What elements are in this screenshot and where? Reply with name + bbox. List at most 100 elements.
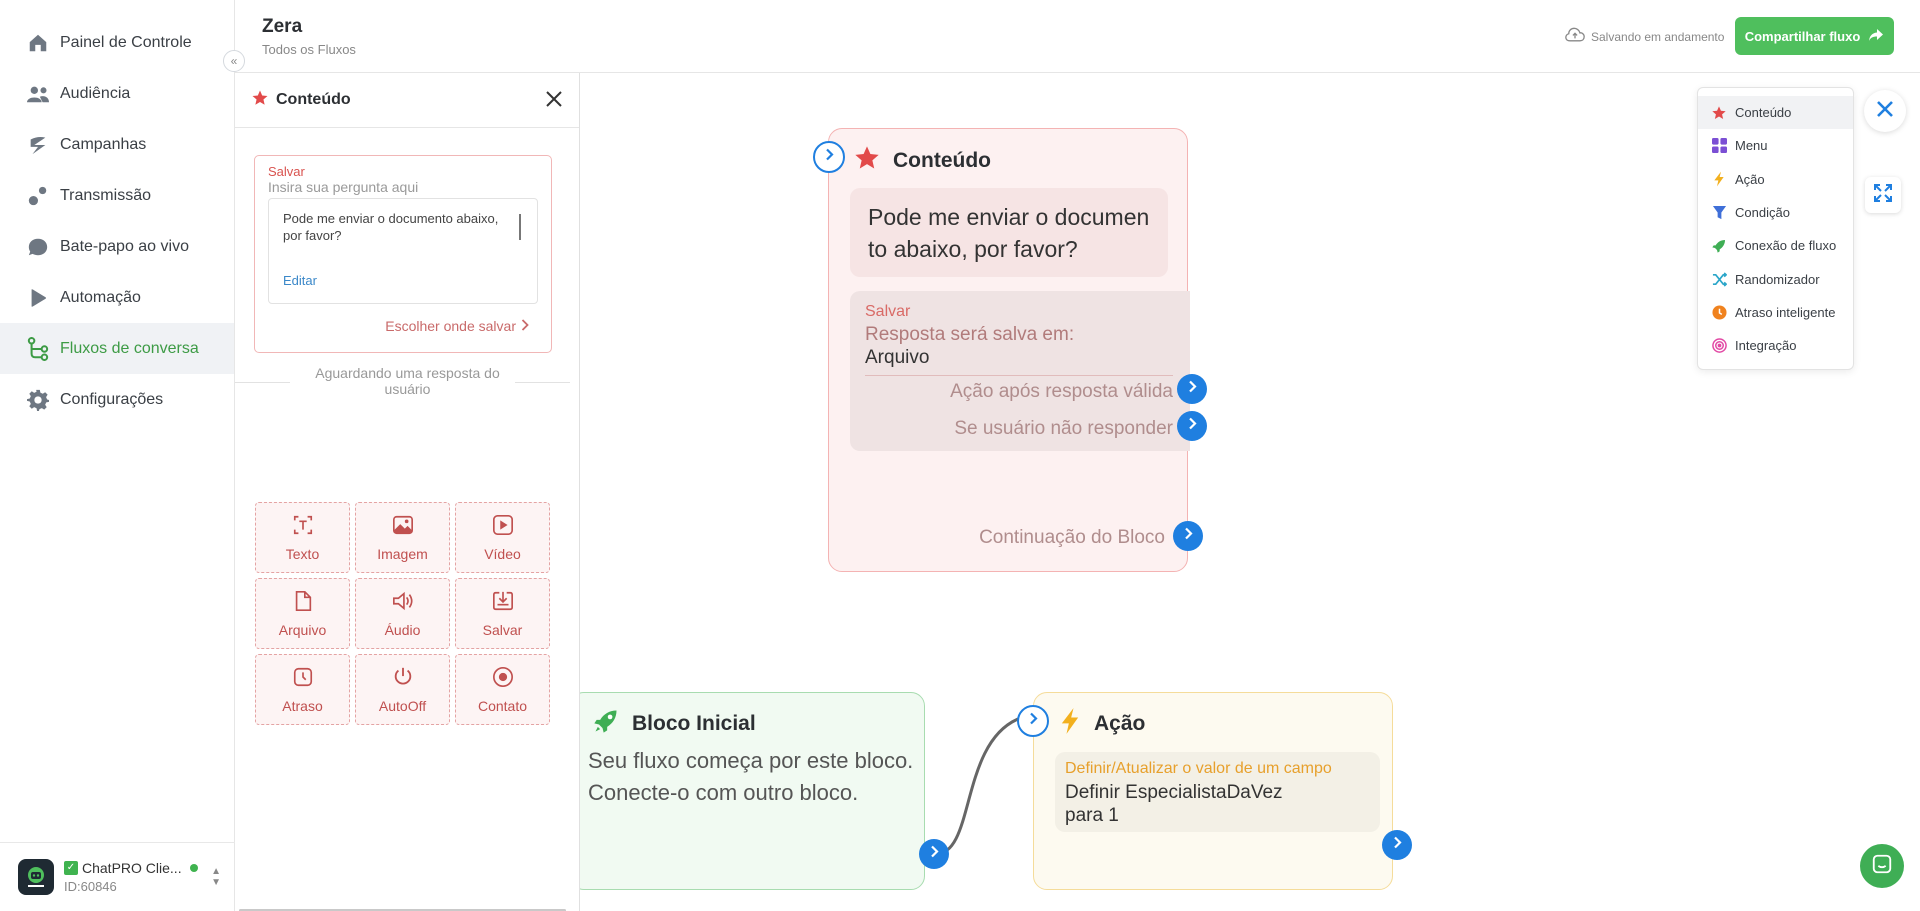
block-continuation-connector[interactable] bbox=[1173, 521, 1203, 551]
tool-autooff-button[interactable]: AutoOff bbox=[355, 654, 450, 725]
action-node[interactable]: Ação Definir/Atualizar o valor de um cam… bbox=[1033, 692, 1393, 890]
awaiting-response-label: Aguardando uma resposta do usuário bbox=[315, 365, 500, 397]
expand-icon bbox=[1873, 183, 1893, 208]
shuffle-icon bbox=[1711, 271, 1727, 287]
tool-label: Arquivo bbox=[278, 621, 327, 638]
tool-label: Texto bbox=[285, 545, 320, 562]
sidebar-item-broadcast[interactable]: Transmissão bbox=[0, 170, 234, 221]
question-input[interactable]: Insira sua pergunta aqui bbox=[268, 179, 418, 195]
support-chat-button[interactable] bbox=[1860, 844, 1904, 888]
choose-save-location-button[interactable]: Escolher onde salvar bbox=[385, 318, 529, 334]
share-flow-button[interactable]: Compartilhar fluxo bbox=[1735, 17, 1894, 55]
menu-item-integration[interactable]: Integração bbox=[1698, 329, 1853, 362]
message-box[interactable]: Pode me enviar o documento abaixo, por f… bbox=[268, 198, 538, 304]
editor-header: Conteúdo bbox=[235, 73, 579, 128]
sidebar-item-live-chat[interactable]: Bate-papo ao vivo bbox=[0, 221, 234, 272]
rocket-icon bbox=[592, 707, 620, 741]
collapse-sidebar-button[interactable]: « bbox=[223, 50, 245, 72]
sidebar-item-conversation-flows[interactable]: Fluxos de conversa bbox=[0, 323, 234, 374]
user-id: ID:60846 bbox=[64, 879, 117, 894]
content-node-input-connector[interactable] bbox=[813, 141, 845, 173]
save-section-target: Arquivo bbox=[865, 347, 930, 368]
campaign-icon bbox=[26, 133, 50, 157]
user-account-switcher[interactable]: ✓ ChatPRO Clie... ID:60846 ▲ ▼ bbox=[0, 842, 235, 911]
edit-message-link[interactable]: Editar bbox=[283, 273, 317, 288]
editor-title: Conteúdo bbox=[276, 91, 351, 108]
tool-delay-button[interactable]: Atraso bbox=[255, 654, 350, 725]
menu-item-flow-connection[interactable]: Conexão de fluxo bbox=[1698, 229, 1853, 262]
video-icon bbox=[492, 514, 514, 541]
node-title: Conteúdo bbox=[893, 149, 991, 172]
set-field-action-section[interactable]: Definir/Atualizar o valor de um campo De… bbox=[1055, 752, 1380, 832]
clock-icon bbox=[1711, 304, 1727, 320]
save-icon bbox=[492, 590, 514, 617]
star-icon bbox=[853, 144, 881, 178]
menu-item-randomizer[interactable]: Randomizador bbox=[1698, 262, 1853, 295]
image-icon bbox=[392, 514, 414, 541]
tool-save-button[interactable]: Salvar bbox=[455, 578, 550, 649]
no-reply-connector[interactable] bbox=[1177, 411, 1207, 441]
menu-item-smart-delay[interactable]: Atraso inteligente bbox=[1698, 296, 1853, 329]
choose-save-label: Escolher onde salvar bbox=[385, 318, 516, 334]
start-node[interactable]: Bloco Inicial Seu fluxo começa por este … bbox=[580, 692, 925, 890]
close-icon bbox=[1876, 100, 1894, 123]
tool-video-button[interactable]: Vídeo bbox=[455, 502, 550, 573]
close-icon[interactable] bbox=[543, 88, 565, 110]
chat-bubble-icon bbox=[26, 235, 50, 259]
sidebar: Painel de Controle Audiência Campanhas T… bbox=[0, 0, 235, 911]
chevron-right-icon bbox=[930, 845, 939, 863]
sidebar-item-settings[interactable]: Configurações bbox=[0, 374, 234, 425]
sidebar-item-label: Bate-papo ao vivo bbox=[60, 237, 189, 255]
tool-contact-button[interactable]: Contato bbox=[455, 654, 550, 725]
sidebar-item-audience[interactable]: Audiência bbox=[0, 68, 234, 119]
tool-image-button[interactable]: Imagem bbox=[355, 502, 450, 573]
tool-label: Áudio bbox=[384, 621, 421, 638]
sidebar-item-dashboard[interactable]: Painel de Controle bbox=[0, 17, 234, 68]
avatar bbox=[18, 859, 54, 895]
grid-icon bbox=[1711, 138, 1727, 154]
sidebar-item-label: Painel de Controle bbox=[60, 33, 192, 51]
flow-canvas[interactable]: Conteúdo Pode me enviar o documen to aba… bbox=[580, 73, 1920, 911]
text-icon bbox=[292, 514, 314, 541]
node-title: Bloco Inicial bbox=[632, 712, 756, 735]
home-icon bbox=[26, 31, 50, 55]
menu-item-menu[interactable]: Menu bbox=[1698, 129, 1853, 162]
chevron-right-icon bbox=[521, 318, 529, 334]
breadcrumb[interactable]: Todos os Fluxos bbox=[262, 42, 356, 57]
add-block-menu: Conteúdo Menu Ação Condição Conexão de f… bbox=[1697, 87, 1854, 370]
message-bubble[interactable]: Pode me enviar o documen to abaixo, por … bbox=[850, 188, 1168, 277]
saving-status: Salvando em andamento bbox=[1565, 27, 1724, 46]
menu-item-condition[interactable]: Condição bbox=[1698, 196, 1853, 229]
content-node[interactable]: Conteúdo Pode me enviar o documen to aba… bbox=[828, 128, 1190, 572]
tool-text-button[interactable]: Texto bbox=[255, 502, 350, 573]
bolt-icon bbox=[1711, 171, 1727, 187]
menu-item-action[interactable]: Ação bbox=[1698, 163, 1853, 196]
star-icon bbox=[251, 89, 269, 112]
double-chevron-left-icon: « bbox=[230, 54, 238, 68]
action-node-input-connector[interactable] bbox=[1017, 705, 1049, 737]
sidebar-item-automation[interactable]: Automação bbox=[0, 272, 234, 323]
users-icon bbox=[26, 82, 50, 106]
tool-file-button[interactable]: Arquivo bbox=[255, 578, 350, 649]
fullscreen-button[interactable] bbox=[1865, 177, 1901, 213]
content-tools-grid: Texto Imagem Vídeo Arquivo Áudio Salvar … bbox=[255, 502, 551, 725]
close-menu-button[interactable] bbox=[1864, 90, 1906, 132]
sidebar-item-campaigns[interactable]: Campanhas bbox=[0, 119, 234, 170]
sidebar-item-label: Fluxos de conversa bbox=[60, 339, 199, 357]
audio-icon bbox=[391, 590, 415, 617]
action-section-title: Definir/Atualizar o valor de um campo bbox=[1065, 760, 1332, 777]
tool-audio-button[interactable]: Áudio bbox=[355, 578, 450, 649]
action-node-output-connector[interactable] bbox=[1382, 830, 1412, 860]
save-card-title: Salvar bbox=[268, 164, 305, 179]
chevron-right-icon bbox=[1393, 836, 1402, 854]
tool-label: Vídeo bbox=[484, 545, 521, 562]
message-scrollbar[interactable] bbox=[519, 214, 521, 240]
start-node-output-connector[interactable] bbox=[919, 839, 949, 869]
valid-response-connector[interactable] bbox=[1177, 374, 1207, 404]
funnel-icon bbox=[1711, 205, 1727, 221]
connection-start-to-action bbox=[935, 717, 1019, 856]
menu-item-content[interactable]: Conteúdo bbox=[1698, 96, 1853, 130]
sidebar-item-label: Automação bbox=[60, 288, 141, 306]
contact-icon bbox=[492, 666, 514, 693]
save-response-section[interactable]: Salvar Resposta será salva em: Arquivo A… bbox=[850, 291, 1190, 451]
